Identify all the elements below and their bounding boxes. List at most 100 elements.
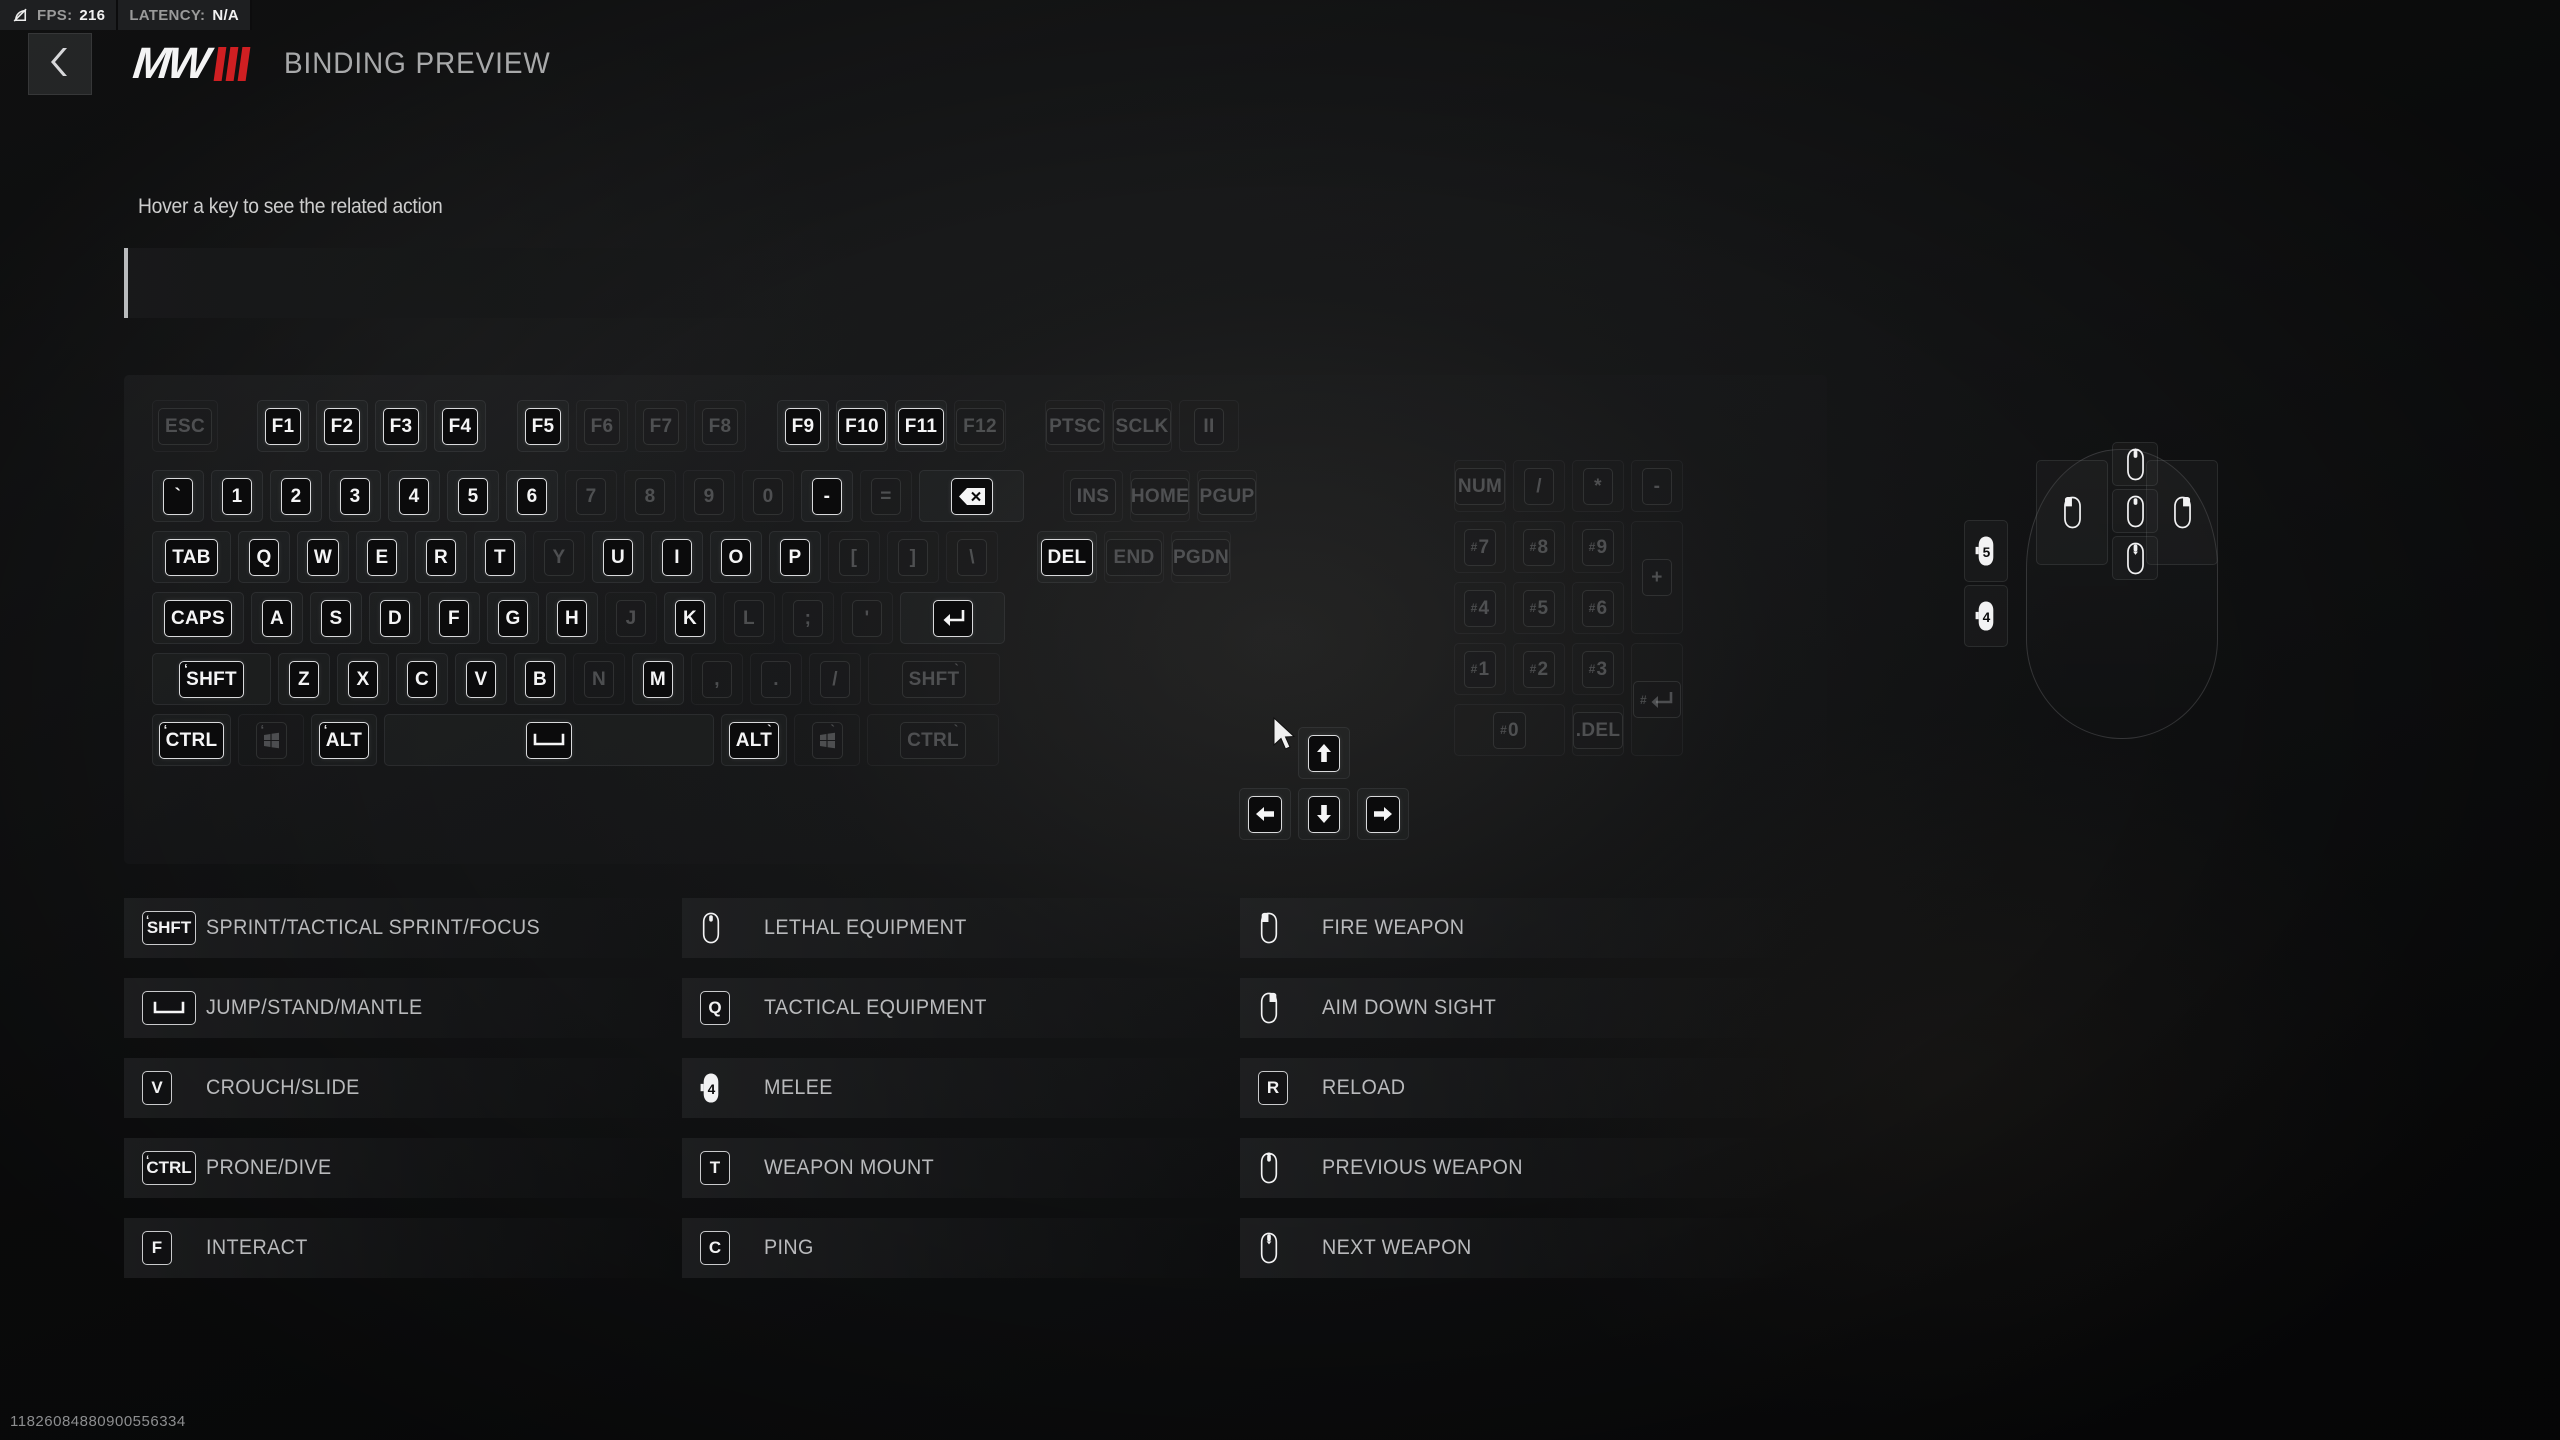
key-numlock[interactable]: NUM bbox=[1454, 460, 1506, 512]
key-z[interactable]: Z bbox=[278, 653, 330, 705]
legend-row[interactable]: Q TACTICAL EQUIPMENT bbox=[682, 978, 1235, 1038]
legend-row[interactable]: LETHAL EQUIPMENT bbox=[682, 898, 1235, 958]
key-s[interactable]: S bbox=[310, 592, 362, 644]
key-lwin[interactable]: ‘ bbox=[238, 714, 304, 766]
key-g[interactable]: G bbox=[487, 592, 539, 644]
key-ptsc[interactable]: PTSC bbox=[1045, 400, 1105, 452]
key-0[interactable]: 0 bbox=[742, 470, 794, 522]
key-f2[interactable]: F2 bbox=[316, 400, 368, 452]
key-2[interactable]: 2 bbox=[270, 470, 322, 522]
key-np-3[interactable]: #3 bbox=[1572, 643, 1624, 695]
key-b[interactable]: B bbox=[514, 653, 566, 705]
key-ralt[interactable]: ALT ` bbox=[721, 714, 787, 766]
key-sclk[interactable]: SCLK bbox=[1112, 400, 1172, 452]
legend-row[interactable]: JUMP/STAND/MANTLE bbox=[124, 978, 677, 1038]
key-u[interactable]: U bbox=[592, 531, 644, 583]
key-d[interactable]: D bbox=[369, 592, 421, 644]
key-3[interactable]: 3 bbox=[329, 470, 381, 522]
mouse-button-4-slot[interactable]: 4 bbox=[1964, 585, 2008, 647]
legend-row[interactable]: AIM DOWN SIGHT bbox=[1240, 978, 1793, 1038]
key-ins[interactable]: INS bbox=[1063, 470, 1123, 522]
key-q[interactable]: Q bbox=[238, 531, 290, 583]
key-v[interactable]: V bbox=[455, 653, 507, 705]
key-rwin[interactable]: ` bbox=[794, 714, 860, 766]
key-pause[interactable]: II bbox=[1179, 400, 1239, 452]
key-c[interactable]: C bbox=[396, 653, 448, 705]
key-backslash[interactable]: \ bbox=[946, 531, 998, 583]
legend-row[interactable]: PREVIOUS WEAPON bbox=[1240, 1138, 1793, 1198]
key-end[interactable]: END bbox=[1104, 531, 1164, 583]
mouse-left-button-slot[interactable] bbox=[2036, 460, 2108, 565]
key-np-2[interactable]: #2 bbox=[1513, 643, 1565, 695]
key-np-del[interactable]: .DEL bbox=[1572, 704, 1624, 756]
key-equal[interactable]: = bbox=[860, 470, 912, 522]
key-np-6[interactable]: #6 bbox=[1572, 582, 1624, 634]
key-4[interactable]: 4 bbox=[388, 470, 440, 522]
legend-row[interactable]: T WEAPON MOUNT bbox=[682, 1138, 1235, 1198]
back-button[interactable] bbox=[28, 33, 92, 95]
key-f5[interactable]: F5 bbox=[517, 400, 569, 452]
key-k[interactable]: K bbox=[664, 592, 716, 644]
key-rctrl[interactable]: CTRL ` bbox=[867, 714, 999, 766]
legend-row[interactable]: F INTERACT bbox=[124, 1218, 677, 1278]
key-minus[interactable]: - bbox=[801, 470, 853, 522]
key-arrow-down[interactable] bbox=[1298, 788, 1350, 840]
key-m[interactable]: M bbox=[632, 653, 684, 705]
key-lshift[interactable]: SHFT ‘ bbox=[152, 653, 271, 705]
key-np-plus[interactable]: + bbox=[1631, 521, 1683, 634]
key-np-divide[interactable]: / bbox=[1513, 460, 1565, 512]
key-np-multiply[interactable]: * bbox=[1572, 460, 1624, 512]
key-1[interactable]: 1 bbox=[211, 470, 263, 522]
key-np-9[interactable]: #9 bbox=[1572, 521, 1624, 573]
key-np-enter[interactable]: # bbox=[1631, 643, 1683, 756]
key-j[interactable]: J bbox=[605, 592, 657, 644]
key-6[interactable]: 6 bbox=[506, 470, 558, 522]
key-f[interactable]: F bbox=[428, 592, 480, 644]
key-f10[interactable]: F10 bbox=[836, 400, 888, 452]
legend-row[interactable]: FIRE WEAPON bbox=[1240, 898, 1793, 958]
mouse-scroll-down-slot[interactable] bbox=[2112, 536, 2158, 580]
key-o[interactable]: O bbox=[710, 531, 762, 583]
key-del[interactable]: DEL bbox=[1037, 531, 1097, 583]
key-x[interactable]: X bbox=[337, 653, 389, 705]
key-rshift[interactable]: SHFT ` bbox=[868, 653, 1000, 705]
key-slash[interactable]: / bbox=[809, 653, 861, 705]
key-lbracket[interactable]: [ bbox=[828, 531, 880, 583]
key-period[interactable]: . bbox=[750, 653, 802, 705]
legend-row[interactable]: 4 MELEE bbox=[682, 1058, 1235, 1118]
key-9[interactable]: 9 bbox=[683, 470, 735, 522]
key-esc[interactable]: ESC bbox=[152, 400, 218, 452]
legend-row[interactable]: C PING bbox=[682, 1218, 1235, 1278]
key-7[interactable]: 7 bbox=[565, 470, 617, 522]
key-y[interactable]: Y bbox=[533, 531, 585, 583]
key-f6[interactable]: F6 bbox=[576, 400, 628, 452]
key-f9[interactable]: F9 bbox=[777, 400, 829, 452]
legend-row[interactable]: NEXT WEAPON bbox=[1240, 1218, 1793, 1278]
key-h[interactable]: H bbox=[546, 592, 598, 644]
key-t[interactable]: T bbox=[474, 531, 526, 583]
mouse-scroll-up-slot[interactable] bbox=[2112, 442, 2158, 486]
key-f7[interactable]: F7 bbox=[635, 400, 687, 452]
key-lctrl[interactable]: CTRL ‘ bbox=[152, 714, 231, 766]
key-pgup[interactable]: PGUP bbox=[1197, 470, 1257, 522]
key-caps[interactable]: CAPS bbox=[152, 592, 244, 644]
key-rbracket[interactable]: ] bbox=[887, 531, 939, 583]
key-a[interactable]: A bbox=[251, 592, 303, 644]
key-space[interactable] bbox=[384, 714, 714, 766]
key-arrow-up[interactable] bbox=[1298, 727, 1350, 779]
key-f11[interactable]: F11 bbox=[895, 400, 947, 452]
key-home[interactable]: HOME bbox=[1130, 470, 1190, 522]
key-r[interactable]: R bbox=[415, 531, 467, 583]
key-np-7[interactable]: #7 bbox=[1454, 521, 1506, 573]
key-np-4[interactable]: #4 bbox=[1454, 582, 1506, 634]
mouse-middle-button-slot[interactable] bbox=[2112, 489, 2158, 533]
key-f4[interactable]: F4 bbox=[434, 400, 486, 452]
key-comma[interactable]: , bbox=[691, 653, 743, 705]
key-f3[interactable]: F3 bbox=[375, 400, 427, 452]
key-grave[interactable]: ` bbox=[152, 470, 204, 522]
key-5[interactable]: 5 bbox=[447, 470, 499, 522]
key-backspace[interactable] bbox=[919, 470, 1024, 522]
key-f12[interactable]: F12 bbox=[954, 400, 1006, 452]
key-f1[interactable]: F1 bbox=[257, 400, 309, 452]
key-np-minus[interactable]: - bbox=[1631, 460, 1683, 512]
